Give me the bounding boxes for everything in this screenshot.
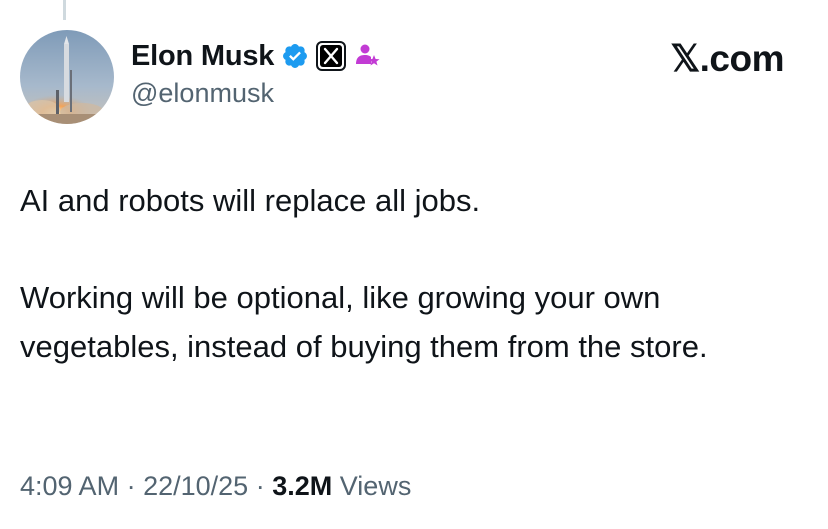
- tweet-date[interactable]: 22/10/25: [143, 471, 248, 501]
- avatar-rocket-image: [20, 30, 114, 124]
- author-display-name[interactable]: Elon Musk: [131, 40, 274, 73]
- tweet-time[interactable]: 4:09 AM: [20, 471, 119, 501]
- avatar[interactable]: [20, 30, 114, 124]
- verified-badge-icon: [281, 42, 309, 70]
- views-label: Views: [339, 471, 412, 501]
- thread-connector-line: [63, 0, 66, 20]
- tweet-body: AI and robots will replace all jobs. Wor…: [20, 177, 800, 371]
- x-logo-wordmark: 𝕏.com: [670, 38, 784, 79]
- meta-separator: ·: [126, 471, 136, 501]
- meta-separator: ·: [255, 471, 265, 501]
- tweet-paragraph: Working will be optional, like growing y…: [20, 280, 708, 364]
- author-handle[interactable]: @elonmusk: [131, 78, 274, 109]
- x-affiliate-badge-icon[interactable]: [316, 41, 347, 71]
- tweet-paragraph: AI and robots will replace all jobs.: [20, 183, 481, 218]
- views-count: 3.2M: [272, 471, 333, 501]
- author-name-row: Elon Musk: [131, 38, 381, 74]
- government-label-icon: [353, 42, 381, 70]
- tweet-metadata: 4:09 AM · 22/10/25 · 3.2M Views: [20, 471, 411, 502]
